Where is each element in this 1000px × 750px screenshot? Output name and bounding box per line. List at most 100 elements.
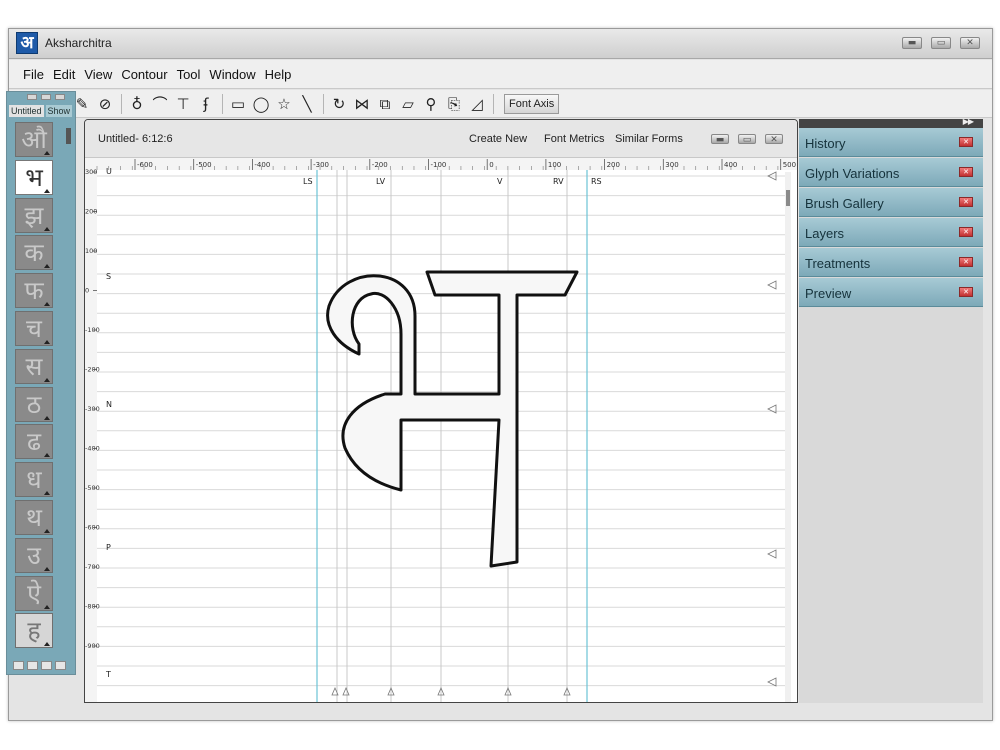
similar-forms-button[interactable]: Similar Forms — [615, 133, 683, 145]
glyph-list: औभझकफचसठढधथउऐह — [15, 122, 57, 651]
tab-show[interactable]: Show — [45, 105, 73, 117]
panel-brush-gallery[interactable]: Brush Gallery ✕ — [799, 188, 983, 217]
glyph-list-scrollbar[interactable] — [66, 128, 71, 144]
glyph-cell[interactable]: स — [15, 348, 53, 384]
panel-action-4-button[interactable] — [55, 661, 66, 670]
toolbar-separator — [493, 93, 494, 114]
panel-action-2-button[interactable] — [27, 661, 38, 670]
ruler-top-label: -600 — [137, 161, 153, 169]
app-logo-icon: अ — [16, 32, 38, 54]
font-metrics-button[interactable]: Font Metrics — [544, 133, 605, 145]
star-icon[interactable]: ☆ — [273, 93, 295, 115]
menu-tool[interactable]: Tool — [177, 60, 209, 82]
glyph-cell[interactable]: औ — [15, 122, 53, 157]
glyph-cell[interactable]: थ — [15, 499, 53, 535]
glyph-variants-indicator-icon — [44, 642, 50, 647]
glyph-cell[interactable]: झ — [15, 197, 53, 233]
glyph-cell[interactable]: फ — [15, 273, 53, 309]
panel-label: History — [805, 136, 846, 151]
hook-icon[interactable]: ʄ — [195, 93, 217, 115]
guide-label: LS — [303, 177, 313, 186]
panel-close-icon[interactable]: ✕ — [959, 257, 973, 267]
panel-close-icon[interactable]: ✕ — [959, 227, 973, 237]
glyph-variants-indicator-icon — [44, 151, 50, 155]
panel-glyph-variations[interactable]: Glyph Variations ✕ — [799, 158, 983, 187]
skew-icon[interactable]: ▱ — [397, 93, 419, 115]
panel-treatments[interactable]: Treatments ✕ — [799, 248, 983, 277]
ruler-left-label: -200 — [85, 366, 100, 374]
glyph-cell[interactable]: उ — [15, 537, 53, 573]
glyph-cell[interactable]: ढ — [15, 424, 53, 460]
panel-layers[interactable]: Layers ✕ — [799, 218, 983, 247]
app-title: Aksharchitra — [45, 36, 112, 50]
panel-close-button[interactable] — [55, 94, 65, 100]
panel-minimize-button[interactable] — [27, 94, 37, 100]
guide-label: LV — [376, 177, 386, 186]
glyph-cell[interactable]: ध — [15, 462, 53, 498]
panel-close-icon[interactable]: ✕ — [959, 137, 973, 147]
ruler-left-label: -300 — [85, 405, 100, 413]
glyph-char: ढ — [26, 427, 42, 457]
corner-icon[interactable]: ◿ — [466, 93, 488, 115]
doc-close-button[interactable]: ✕ — [765, 134, 783, 145]
glyph-cell[interactable]: ह — [15, 613, 53, 649]
pen-icon[interactable]: ♁ — [126, 93, 148, 115]
glyph-cell[interactable]: ऐ — [15, 575, 53, 611]
menu-contour[interactable]: Contour — [121, 60, 175, 82]
panel-label: Glyph Variations — [805, 166, 900, 181]
create-new-button[interactable]: Create New — [469, 133, 527, 145]
menu-view[interactable]: View — [84, 60, 120, 82]
zoom-icon[interactable]: ⚲ — [420, 93, 442, 115]
menu-edit[interactable]: Edit — [53, 60, 83, 82]
metric-label: S — [106, 272, 111, 281]
glyph-variants-indicator-icon — [44, 302, 50, 307]
glyph-canvas[interactable]: -600 -500 -400 -300 -200 -100 0 100 200 300 400 500… — [85, 158, 797, 702]
copy-icon[interactable]: ⎘ — [443, 93, 465, 115]
panel-close-icon[interactable]: ✕ — [959, 197, 973, 207]
menu-file[interactable]: File — [23, 60, 52, 82]
glyph-variants-indicator-icon — [44, 604, 50, 609]
glyph-cell[interactable]: भ — [15, 159, 53, 195]
glyph-variants-indicator-icon — [44, 264, 50, 269]
expand-arrows-icon[interactable]: ▶▶ — [963, 117, 974, 126]
curve-icon[interactable]: ⌒ — [149, 93, 171, 115]
panel-collapse-bar[interactable]: ▶▶ — [799, 117, 983, 128]
glyph-char: क — [24, 238, 44, 268]
t-joint-icon[interactable]: ⊤ — [172, 93, 194, 115]
ruler-left-label: 200 — [85, 208, 97, 216]
glyph-cell[interactable]: क — [15, 235, 53, 271]
glyph-cell[interactable]: ठ — [15, 386, 53, 422]
line-icon[interactable]: ╲ — [296, 93, 318, 115]
mirror-icon[interactable]: ⋈ — [351, 93, 373, 115]
rotate-icon[interactable]: ↻ — [328, 93, 350, 115]
panel-label: Treatments — [805, 256, 871, 271]
panel-maximize-button[interactable] — [41, 94, 51, 100]
guide-label: V — [497, 177, 503, 186]
glyph-char: फ — [24, 276, 44, 306]
rectangle-icon[interactable]: ▭ — [227, 93, 249, 115]
glyph-char: ध — [26, 465, 42, 495]
glyph-char: ठ — [26, 389, 42, 419]
panel-history[interactable]: History ✕ — [799, 128, 983, 157]
glyph-cell[interactable]: च — [15, 310, 53, 346]
close-button[interactable]: ✕ — [960, 37, 980, 49]
panel-action-1-button[interactable] — [13, 661, 24, 670]
canvas-scrollbar-thumb[interactable] — [786, 190, 790, 206]
font-axis-button[interactable]: Font Axis — [504, 93, 560, 114]
maximize-button[interactable]: ▭ — [931, 37, 951, 49]
glyph-variants-indicator-icon — [44, 491, 50, 496]
tab-untitled[interactable]: Untitled — [9, 105, 44, 117]
doc-maximize-button[interactable]: ▭ — [738, 134, 756, 145]
scale-icon[interactable]: ⧉ — [374, 93, 396, 115]
menu-window[interactable]: Window — [209, 60, 263, 82]
panel-close-icon[interactable]: ✕ — [959, 287, 973, 297]
minimize-button[interactable]: ▬ — [902, 37, 922, 49]
panel-action-3-button[interactable] — [41, 661, 52, 670]
panel-close-icon[interactable]: ✕ — [959, 167, 973, 177]
ruler-icon[interactable]: ⊘ — [94, 93, 116, 115]
panel-preview[interactable]: Preview ✕ — [799, 278, 983, 307]
ellipse-icon[interactable]: ◯ — [250, 93, 272, 115]
ruler-top-label: -400 — [254, 161, 270, 169]
doc-minimize-button[interactable]: ▬ — [711, 134, 729, 145]
menu-help[interactable]: Help — [265, 60, 300, 82]
